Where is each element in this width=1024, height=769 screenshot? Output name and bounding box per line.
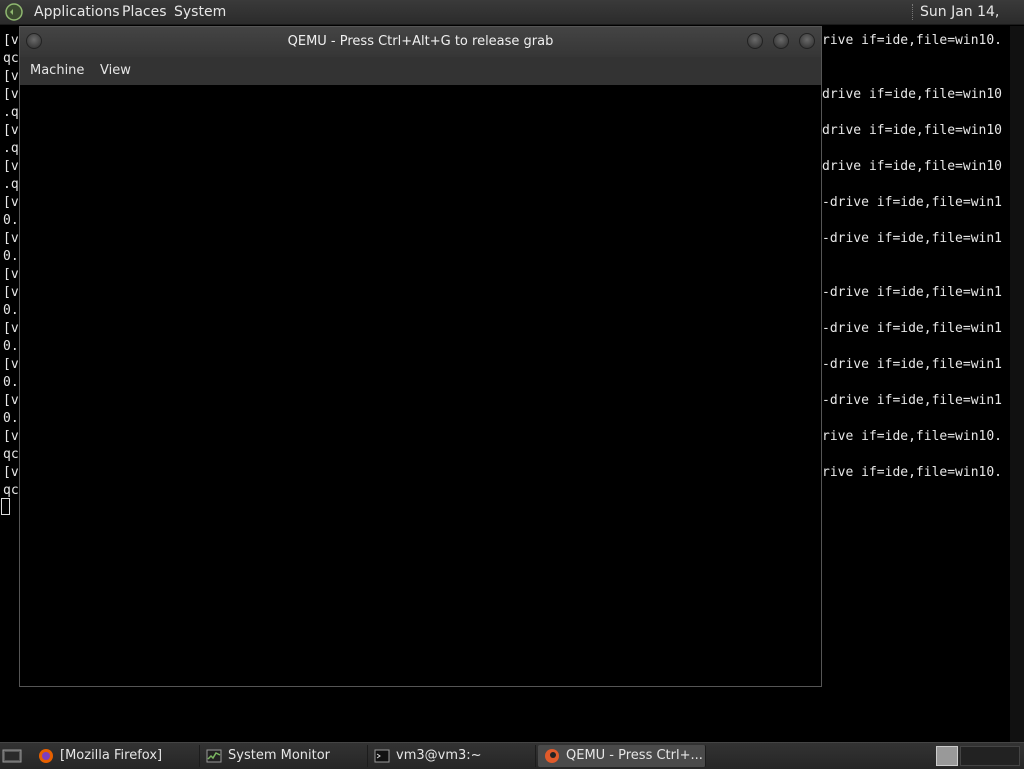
terminal-line: [v <box>3 357 19 372</box>
workspace-switcher-1[interactable] <box>936 746 958 766</box>
terminal-line: [v <box>3 429 19 444</box>
terminal-line: [v <box>3 393 19 408</box>
system-menu[interactable]: System <box>174 0 226 24</box>
panel-separator <box>912 4 915 20</box>
qemu-icon <box>545 749 559 763</box>
view-menu[interactable]: View <box>100 57 131 85</box>
terminal-line: -drive if=ide,file=win1 <box>822 285 1003 300</box>
terminal-line: .q <box>3 105 19 120</box>
terminal-line: -drive if=ide,file=win1 <box>822 321 1003 336</box>
terminal-line: 0. <box>3 249 19 264</box>
terminal-line: rive if=ide,file=win10. <box>822 429 1003 444</box>
show-desktop-icon[interactable] <box>2 747 22 765</box>
qemu-vm-display[interactable] <box>20 85 821 686</box>
maximize-icon[interactable] <box>773 33 789 49</box>
terminal-line: [v <box>3 159 19 174</box>
terminal-line: rive if=ide,file=win10. <box>822 33 1003 48</box>
terminal-line: [v <box>3 465 19 480</box>
minimize-icon[interactable] <box>747 33 763 49</box>
terminal-line: [v <box>3 33 19 48</box>
terminal-line: -drive if=ide,file=win1 <box>822 231 1003 246</box>
terminal-line: qc <box>3 51 19 66</box>
terminal-line: [v <box>3 87 19 102</box>
terminal-line: 0. <box>3 411 19 426</box>
applications-menu[interactable]: Applications <box>34 0 120 24</box>
terminal-line: .q <box>3 177 19 192</box>
system-monitor-icon <box>206 749 222 763</box>
task-qemu[interactable]: QEMU - Press Ctrl+... <box>538 745 706 767</box>
qemu-menubar: Machine View <box>20 57 821 86</box>
terminal-line: [v <box>3 231 19 246</box>
task-label: System Monitor <box>228 748 331 763</box>
clock[interactable]: Sun Jan 14, 17:07 <box>920 0 1024 44</box>
terminal-line: qc <box>3 447 19 462</box>
terminal-line: -drive if=ide,file=win1 <box>822 357 1003 372</box>
terminal-cursor <box>1 498 10 515</box>
terminal-line: drive if=ide,file=win10 <box>822 87 1003 102</box>
terminal-line: drive if=ide,file=win10 <box>822 159 1003 174</box>
workspace-switcher-2[interactable] <box>960 746 1020 766</box>
task-label: vm3@vm3:~ <box>396 748 482 763</box>
places-menu[interactable]: Places <box>122 0 167 24</box>
qemu-titlebar[interactable]: QEMU - Press Ctrl+Alt+G to release grab <box>20 27 821 57</box>
terminal-line: 0. <box>3 339 19 354</box>
terminal-scrollbar[interactable] <box>1010 26 1024 742</box>
terminal-line: 0. <box>3 213 19 228</box>
task-label: [Mozilla Firefox] <box>60 748 163 763</box>
firefox-icon <box>39 749 53 763</box>
terminal-line: [v <box>3 267 19 282</box>
task-system-monitor[interactable]: System Monitor <box>200 745 368 767</box>
qemu-window-title: QEMU - Press Ctrl+Alt+G to release grab <box>287 34 554 49</box>
terminal-line: [v <box>3 321 19 336</box>
terminal-line: -drive if=ide,file=win1 <box>822 393 1003 408</box>
terminal-line: 0. <box>3 375 19 390</box>
qemu-window[interactable]: QEMU - Press Ctrl+Alt+G to release grab … <box>19 26 822 687</box>
terminal-line: [v <box>3 69 19 84</box>
task-terminal[interactable]: vm3@vm3:~ <box>368 745 536 767</box>
terminal-line: .q <box>3 141 19 156</box>
machine-menu[interactable]: Machine <box>30 57 84 85</box>
terminal-line: [v <box>3 123 19 138</box>
applications-logo-icon[interactable] <box>4 2 24 22</box>
terminal-line: rive if=ide,file=win10. <box>822 465 1003 480</box>
task-firefox[interactable]: [Mozilla Firefox] <box>32 745 200 767</box>
task-label: QEMU - Press Ctrl+... <box>566 748 703 763</box>
terminal-line: [v <box>3 285 19 300</box>
terminal-line: 0. <box>3 303 19 318</box>
close-icon[interactable] <box>799 33 815 49</box>
top-panel: Applications Places System Sun Jan 14, 1… <box>0 0 1024 44</box>
terminal-line: [v <box>3 195 19 210</box>
terminal-line: -drive if=ide,file=win1 <box>822 195 1003 210</box>
terminal-line: drive if=ide,file=win10 <box>822 123 1003 138</box>
terminal-icon <box>374 749 390 763</box>
bottom-taskbar: [Mozilla Firefox] System Monitor vm3@vm3… <box>0 742 1024 769</box>
